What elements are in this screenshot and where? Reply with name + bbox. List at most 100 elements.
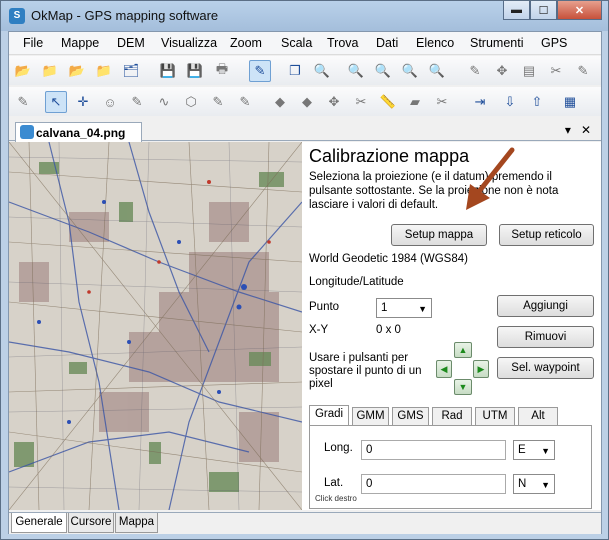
calibration-panel: Calibrazione mappa Seleziona la proiezio…	[302, 142, 601, 510]
xy-value: 0 x 0	[376, 324, 401, 336]
longitude-direction-select[interactable]: E ▼	[513, 440, 555, 460]
coordinate-tabs: Gradi GMM GMS Rad UTM Alt	[309, 405, 559, 426]
zoom-in-icon[interactable]: 🔍	[345, 60, 367, 82]
upload-icon[interactable]: ⇥	[469, 91, 491, 113]
move-down-button[interactable]: ▼	[454, 379, 472, 395]
latitude-field[interactable]: 0	[361, 474, 506, 494]
projection-text: Longitude/Latitude	[309, 276, 404, 288]
gps-send-icon[interactable]: ⇧	[526, 91, 548, 113]
eraser-icon[interactable]: ▰	[404, 91, 426, 113]
zoom-fit-icon[interactable]: 🔍	[399, 60, 421, 82]
draw-icon[interactable]: ✎	[12, 91, 34, 113]
tab-controls: ▾ ✕	[565, 123, 591, 137]
latitude-direction-select[interactable]: N ▼	[513, 474, 555, 494]
select-waypoint-button[interactable]: Sel. waypoint	[497, 357, 594, 379]
edit-track-icon[interactable]: ✂	[545, 60, 567, 82]
tab-alt[interactable]: Alt	[518, 407, 558, 426]
pointer-icon[interactable]: ↖	[45, 91, 67, 113]
tab-mappa[interactable]: Mappa	[115, 513, 158, 533]
setup-map-button[interactable]: Setup mappa	[391, 224, 487, 246]
search-icon[interactable]: 🔍	[311, 60, 333, 82]
tab-list-icon[interactable]: ▾	[565, 123, 571, 137]
point-delete-icon[interactable]: ✂	[350, 91, 372, 113]
move-right-button[interactable]: ▶	[473, 360, 489, 378]
menu-zoom[interactable]: Zoom	[230, 36, 262, 50]
line-add-icon[interactable]: ✎	[234, 91, 256, 113]
menu-dem[interactable]: DEM	[117, 36, 145, 50]
longitude-field[interactable]: 0	[361, 440, 506, 460]
menu-strumenti[interactable]: Strumenti	[470, 36, 524, 50]
calibrate-icon[interactable]: ✎	[249, 60, 271, 82]
menu-trova[interactable]: Trova	[327, 36, 359, 50]
point-icon[interactable]: ◆	[269, 91, 291, 113]
tab-gms[interactable]: GMS	[392, 407, 429, 426]
close-button[interactable]: ✕	[557, 1, 602, 20]
move-up-button[interactable]: ▲	[454, 342, 472, 358]
save-icon[interactable]: 💾	[157, 60, 179, 82]
point-add-icon[interactable]: ◆	[296, 91, 318, 113]
print-icon[interactable]: 🖶	[211, 60, 233, 82]
tab-gradi[interactable]: Gradi	[309, 405, 349, 426]
client-area: File Mappe DEM Visualizza Zoom Scala Tro…	[8, 31, 602, 534]
menu-gps[interactable]: GPS	[541, 36, 567, 50]
menu-scala[interactable]: Scala	[281, 36, 312, 50]
move-left-button[interactable]: ◀	[436, 360, 452, 378]
tab-generale[interactable]: Generale	[11, 513, 67, 533]
tab-close-icon[interactable]: ✕	[581, 123, 591, 137]
move-hint: Usare i pulsanti per spostare il punto d…	[309, 352, 422, 390]
latitude-direction-value: N	[518, 478, 527, 490]
document-tab-bar: calvana_04.png ▾ ✕	[9, 119, 601, 142]
app-window: S OkMap - GPS mapping software ▬ ☐ ✕ Fil…	[0, 0, 609, 540]
menu-visualizza[interactable]: Visualizza	[161, 36, 217, 50]
open-map-icon[interactable]: 📂	[12, 60, 34, 82]
tab-utm[interactable]: UTM	[475, 407, 515, 426]
click-hint: Click destro	[315, 494, 357, 503]
cut-icon[interactable]: ✂	[431, 91, 453, 113]
gps-receive-icon[interactable]: ⇩	[499, 91, 521, 113]
properties-icon[interactable]: ▦	[559, 91, 581, 113]
path-icon[interactable]: ∿	[153, 91, 175, 113]
save-as-icon[interactable]: 💾	[184, 60, 206, 82]
annotation-arrow-icon	[466, 147, 515, 210]
zoom-actual-icon[interactable]: 🔍	[426, 60, 448, 82]
tab-cursore[interactable]: Cursore	[68, 513, 114, 533]
tab-calvana[interactable]: calvana_04.png	[15, 122, 142, 142]
map-view[interactable]	[9, 142, 302, 510]
maximize-button[interactable]: ☐	[530, 1, 557, 20]
setup-grid-button[interactable]: Setup reticolo	[499, 224, 594, 246]
title-bar[interactable]: S OkMap - GPS mapping software ▬ ☐ ✕	[1, 1, 608, 31]
point-move-icon[interactable]: ✥	[323, 91, 345, 113]
line-edit-icon[interactable]: ✎	[207, 91, 229, 113]
edit-route-icon[interactable]: ✎	[572, 60, 594, 82]
tab-rad[interactable]: Rad	[432, 407, 472, 426]
edit-icon[interactable]: ✎	[464, 60, 486, 82]
chevron-down-icon: ▼	[541, 446, 550, 456]
layers-icon[interactable]: ❐	[284, 60, 306, 82]
minimize-button[interactable]: ▬	[503, 1, 530, 20]
zoom-out-icon[interactable]: 🔍	[372, 60, 394, 82]
open-image-icon[interactable]: 🗂	[120, 60, 142, 82]
long-label: Long.	[324, 442, 353, 454]
polygon-icon[interactable]: ⬡	[180, 91, 202, 113]
crosshair-icon[interactable]: ✛	[72, 91, 94, 113]
point-select[interactable]: 1 ▼	[376, 298, 432, 318]
note-icon[interactable]: ✎	[126, 91, 148, 113]
remove-button[interactable]: Rimuovi	[497, 326, 594, 348]
menu-file[interactable]: File	[23, 36, 43, 50]
menu-dati[interactable]: Dati	[376, 36, 398, 50]
hand-icon[interactable]: ☺	[99, 91, 121, 113]
open-file-icon[interactable]: 📂	[66, 60, 88, 82]
open-data-icon[interactable]: 📁	[93, 60, 115, 82]
menu-elenco[interactable]: Elenco	[416, 36, 454, 50]
measure-icon[interactable]: 📏	[377, 91, 399, 113]
xy-label: X-Y	[309, 324, 329, 336]
map-image	[9, 142, 302, 510]
edit-area-icon[interactable]: ▤	[518, 60, 540, 82]
menu-bar: File Mappe DEM Visualizza Zoom Scala Tro…	[9, 32, 601, 55]
open-folder-icon[interactable]: 📁	[39, 60, 61, 82]
edit-points-icon[interactable]: ✥	[491, 60, 513, 82]
add-button[interactable]: Aggiungi	[497, 295, 594, 317]
point-label: Punto	[309, 301, 340, 313]
menu-mappe[interactable]: Mappe	[61, 36, 99, 50]
tab-gmm[interactable]: GMM	[352, 407, 389, 426]
